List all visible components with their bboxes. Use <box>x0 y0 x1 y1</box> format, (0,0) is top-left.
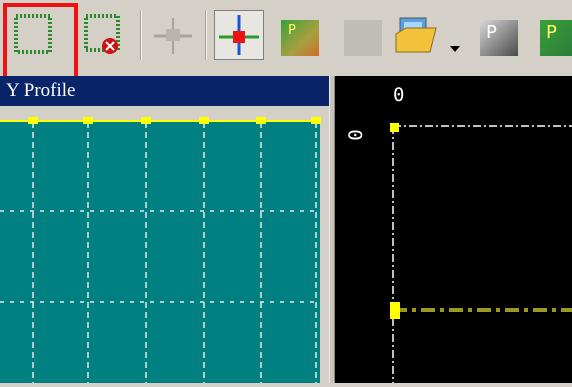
selection-highlight <box>3 3 78 80</box>
toolbar: P P P <box>0 0 572 80</box>
toolbar-separator <box>205 10 207 60</box>
crosshair-point-button[interactable] <box>214 10 264 60</box>
profile-handle[interactable] <box>390 302 400 319</box>
dropdown-arrow-icon <box>450 46 460 52</box>
p-green-icon: P <box>540 20 572 56</box>
svg-text:P: P <box>546 22 557 43</box>
crosshair-point-icon <box>219 15 259 55</box>
open-image-button[interactable] <box>392 10 442 60</box>
open-image-icon <box>395 17 437 53</box>
y-profile-panel: Y Profile <box>0 76 329 383</box>
panel-title: Y Profile <box>6 80 76 101</box>
plot-area <box>0 120 320 383</box>
crosshair-disabled-button[interactable] <box>148 10 198 60</box>
profile-gradient-icon: P <box>281 20 319 56</box>
svg-text:P: P <box>486 22 497 43</box>
blank-disabled-icon <box>344 20 382 56</box>
p-green-button[interactable]: P <box>534 10 572 60</box>
clear-region-button[interactable] <box>82 10 132 60</box>
crosshair-disabled-icon <box>154 18 192 54</box>
corner-marker <box>390 123 399 132</box>
blank-disabled-button[interactable] <box>340 10 390 60</box>
y-profile-plot <box>0 106 329 383</box>
profile-gradient-button[interactable]: P <box>276 10 326 60</box>
image-view-panel: 0 0 <box>335 76 572 383</box>
toolbar-separator <box>140 10 142 60</box>
image-canvas <box>390 123 572 383</box>
dropdown-arrow-button[interactable] <box>444 10 466 60</box>
svg-text:P: P <box>288 23 296 38</box>
clear-region-icon <box>84 14 120 54</box>
p-gray-button[interactable]: P <box>472 10 522 60</box>
panel-title-bar: Y Profile <box>0 76 329 106</box>
p-gray-icon: P <box>480 20 518 56</box>
y-profile-canvas <box>0 117 321 383</box>
